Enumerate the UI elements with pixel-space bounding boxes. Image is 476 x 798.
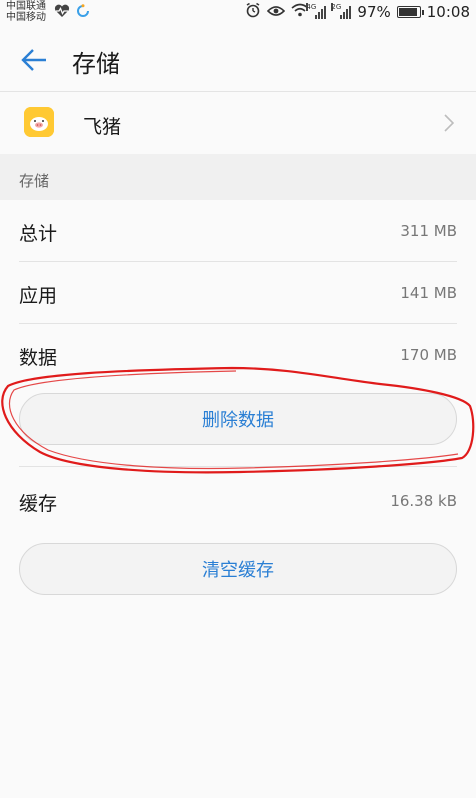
section-title: 存储 bbox=[19, 172, 50, 190]
signal-2-icon: 2G bbox=[331, 2, 352, 19]
app-bar: 存储 bbox=[0, 26, 476, 92]
carrier-info: 中国联通 中国移动 bbox=[6, 1, 46, 23]
battery-percent: 97% bbox=[357, 3, 391, 21]
network-tag-1: 4G bbox=[306, 2, 317, 11]
fliggy-app-icon bbox=[24, 107, 54, 137]
back-button[interactable] bbox=[14, 42, 54, 78]
data-size-row: 数据 170 MB bbox=[0, 324, 476, 386]
app-size-row: 应用 141 MB bbox=[0, 262, 476, 324]
chevron-right-icon bbox=[444, 114, 455, 136]
total-label: 总计 bbox=[19, 223, 58, 245]
app-size-value: 141 MB bbox=[400, 284, 457, 302]
delete-data-button[interactable]: 删除数据 bbox=[19, 393, 457, 445]
cache-row: 缓存 16.38 kB bbox=[0, 470, 476, 532]
sync-icon bbox=[76, 3, 90, 22]
battery-icon bbox=[396, 6, 424, 18]
app-info-row[interactable]: 飞猪 bbox=[0, 92, 476, 154]
signal-1-icon: 4G bbox=[306, 2, 327, 19]
data-size-value: 170 MB bbox=[400, 346, 457, 364]
back-arrow-icon bbox=[21, 49, 46, 71]
page-title: 存储 bbox=[72, 50, 120, 78]
clear-cache-button[interactable]: 清空缓存 bbox=[19, 543, 457, 595]
status-bar: 中国联通 中国移动 4G 2G 97% 10:08 bbox=[0, 0, 476, 26]
app-name: 飞猪 bbox=[83, 116, 122, 138]
divider bbox=[19, 466, 457, 467]
clock: 10:08 bbox=[426, 3, 470, 21]
health-heart-icon bbox=[54, 3, 70, 22]
total-value: 311 MB bbox=[400, 222, 457, 240]
total-row: 总计 311 MB bbox=[0, 200, 476, 262]
carrier-2: 中国移动 bbox=[6, 12, 46, 23]
alarm-icon bbox=[245, 2, 261, 22]
eye-comfort-icon bbox=[267, 3, 286, 21]
cache-value: 16.38 kB bbox=[390, 492, 457, 510]
data-size-label: 数据 bbox=[19, 347, 58, 369]
cache-label: 缓存 bbox=[19, 493, 58, 515]
network-tag-2: 2G bbox=[331, 2, 342, 11]
carrier-1: 中国联通 bbox=[6, 1, 46, 12]
app-size-label: 应用 bbox=[19, 285, 58, 307]
storage-section-header: 存储 bbox=[0, 154, 476, 200]
